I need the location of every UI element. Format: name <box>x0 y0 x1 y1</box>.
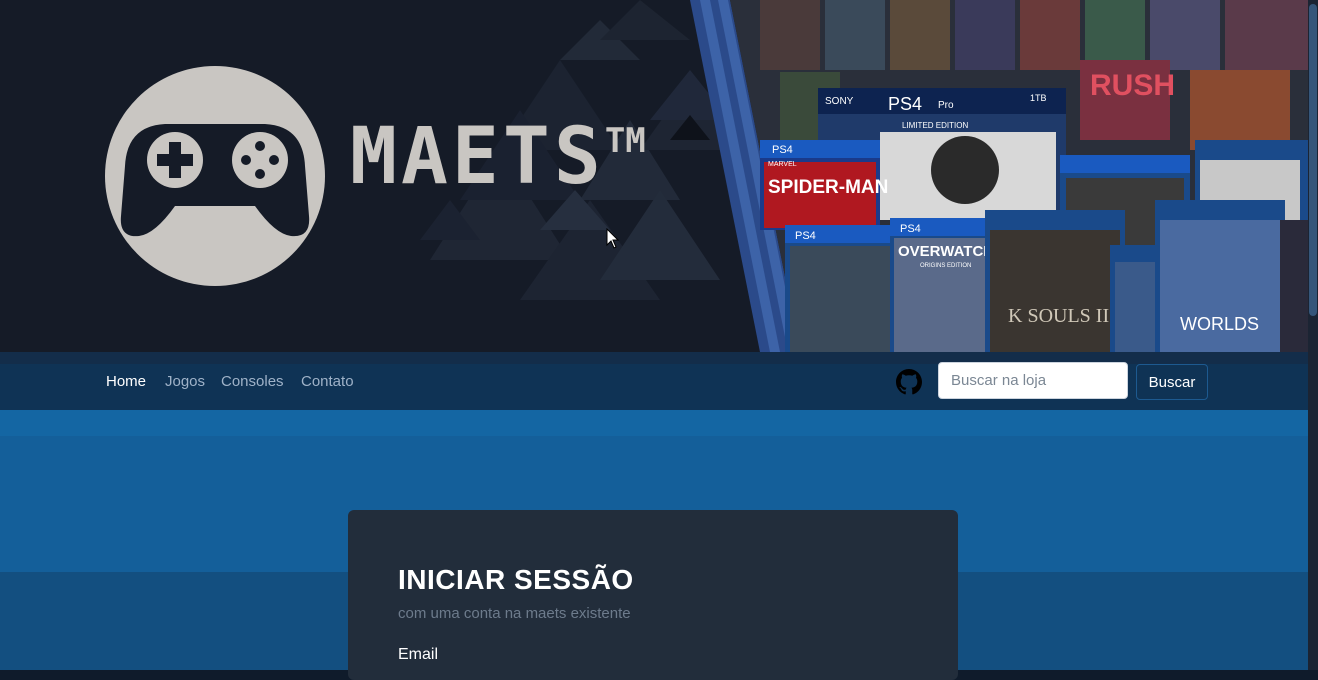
svg-text:PS4: PS4 <box>900 223 921 235</box>
trademark-symbol: TM <box>604 121 646 161</box>
sony-label: SONY <box>825 96 854 107</box>
svg-text:PS4: PS4 <box>772 144 793 156</box>
github-icon[interactable] <box>896 369 922 395</box>
search-button[interactable]: Buscar <box>1136 364 1208 400</box>
worlds-cover-title: WORLDS <box>1180 314 1259 334</box>
overwatch-cover-title: OVERWATCH <box>898 243 994 260</box>
login-title: INICIAR SESSÃO <box>398 564 634 595</box>
header-shadow-band <box>0 410 1308 436</box>
mouse-pointer-icon <box>606 228 620 249</box>
ps4-pro-logo: PS4 <box>888 94 922 114</box>
hero-banner: MAETSTM RUSH SONY PS4 Pro 1TB LIMITED ED… <box>0 0 1308 352</box>
edition-label: LIMITED EDITION <box>902 121 968 130</box>
spiderman-cover-title: SPIDER-MAN <box>768 177 888 198</box>
scrollbar-thumb[interactable] <box>1309 4 1317 316</box>
gamepad-icon[interactable] <box>105 66 325 286</box>
svg-text:Pro: Pro <box>938 100 954 111</box>
svg-text:ORIGINS EDITION: ORIGINS EDITION <box>920 263 971 269</box>
login-subtitle: com uma conta na maets existente <box>398 605 631 622</box>
dark-souls-cover-title: K SOULS II <box>1008 305 1109 327</box>
nav-contato-link[interactable]: Contato <box>301 373 354 390</box>
nav-consoles-link[interactable]: Consoles <box>221 373 284 390</box>
search-input[interactable] <box>938 362 1128 399</box>
email-label: Email <box>398 646 439 663</box>
rush-cover-title: RUSH <box>1090 69 1175 102</box>
svg-text:MARVEL: MARVEL <box>768 161 797 168</box>
brand-logo-text[interactable]: MAETSTM <box>350 118 646 196</box>
svg-text:PS4: PS4 <box>795 230 816 242</box>
login-card: INICIAR SESSÃO com uma conta na maets ex… <box>348 510 958 680</box>
nav-jogos-link[interactable]: Jogos <box>165 373 205 390</box>
ps4-games-collage: RUSH SONY PS4 Pro 1TB LIMITED EDITION PS… <box>690 0 1308 352</box>
svg-text:1TB: 1TB <box>1030 93 1047 103</box>
nav-home-link[interactable]: Home <box>106 373 146 390</box>
